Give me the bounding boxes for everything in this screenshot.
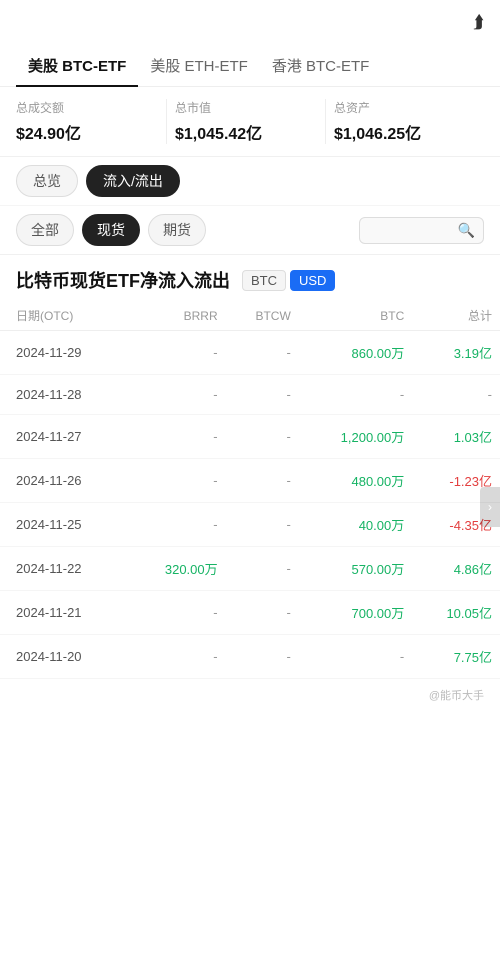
cell-btc: 700.00万	[299, 591, 412, 635]
cell-total: 10.05亿	[412, 591, 500, 635]
watermark: @能币大手	[0, 679, 500, 711]
search-icon: 🔍	[458, 222, 475, 239]
cell-btcw: -	[226, 331, 299, 375]
tab-btc-etf[interactable]: 美股 BTC-ETF	[16, 45, 138, 86]
cell-brrr: -	[128, 503, 226, 547]
cell-btc: -	[299, 635, 412, 679]
etf-table: 日期(OTC) BRRR BTCW BTC 总计 2024-11-29 - - …	[0, 301, 500, 679]
col-date: 日期(OTC)	[0, 301, 128, 331]
cell-btcw: -	[226, 635, 299, 679]
col-btcw: BTCW	[226, 301, 299, 331]
main-tabs: 美股 BTC-ETF 美股 ETH-ETF 香港 BTC-ETF	[0, 45, 500, 87]
cell-btcw: -	[226, 547, 299, 591]
cell-btc: 480.00万	[299, 459, 412, 503]
filter-row: 全部 现货 期货 🔍	[0, 206, 500, 255]
section-title-text: 比特币现货ETF净流入流出	[16, 267, 230, 293]
sub-tabs-row: 总览 流入/流出	[0, 157, 500, 206]
col-btc: BTC	[299, 301, 412, 331]
filter-spot[interactable]: 现货	[82, 214, 140, 246]
stat-volume: 总成交额 $24.90亿	[16, 99, 167, 144]
table-row: 2024-11-27 - - 1,200.00万 1.03亿	[0, 415, 500, 459]
table-row: 2024-11-28 - - - -	[0, 375, 500, 415]
sub-tab-flow[interactable]: 流入/流出	[86, 165, 180, 197]
cell-brrr: -	[128, 415, 226, 459]
cell-btc: 1,200.00万	[299, 415, 412, 459]
table-header-row: 日期(OTC) BRRR BTCW BTC 总计	[0, 301, 500, 331]
cell-date: 2024-11-25	[0, 503, 128, 547]
table-row: 2024-11-29 - - 860.00万 3.19亿	[0, 331, 500, 375]
stat-volume-value: $24.90亿	[16, 120, 158, 144]
cell-btc: -	[299, 375, 412, 415]
col-total: 总计	[412, 301, 500, 331]
currency-toggle: BTC USD	[242, 270, 335, 291]
cell-total: 4.86亿	[412, 547, 500, 591]
section-title-row: 比特币现货ETF净流入流出 BTC USD	[0, 255, 500, 301]
cell-total: 7.75亿	[412, 635, 500, 679]
cell-brrr: -	[128, 375, 226, 415]
cell-brrr: -	[128, 459, 226, 503]
currency-usd[interactable]: USD	[290, 270, 335, 291]
stats-row: 总成交额 $24.90亿 总市值 $1,045.42亿 总资产 $1,046.2…	[0, 87, 500, 157]
cell-brrr: -	[128, 331, 226, 375]
cell-btcw: -	[226, 375, 299, 415]
filter-all[interactable]: 全部	[16, 214, 74, 246]
cell-total: -	[412, 375, 500, 415]
filter-futures[interactable]: 期货	[148, 214, 206, 246]
cell-date: 2024-11-22	[0, 547, 128, 591]
sub-tab-overview[interactable]: 总览	[16, 165, 78, 197]
cell-btcw: -	[226, 503, 299, 547]
cell-btc: 860.00万	[299, 331, 412, 375]
stat-assets-label: 总资产	[334, 99, 476, 116]
tab-hk-btc-etf[interactable]: 香港 BTC-ETF	[260, 45, 382, 86]
cell-date: 2024-11-29	[0, 331, 128, 375]
cell-brrr: 320.00万	[128, 547, 226, 591]
cell-date: 2024-11-26	[0, 459, 128, 503]
table-row: 2024-11-20 - - - 7.75亿	[0, 635, 500, 679]
stat-marketcap-label: 总市值	[175, 99, 317, 116]
share-button[interactable]: ⮭	[473, 12, 484, 33]
cell-btcw: -	[226, 591, 299, 635]
cell-date: 2024-11-20	[0, 635, 128, 679]
cell-btcw: -	[226, 459, 299, 503]
cell-date: 2024-11-21	[0, 591, 128, 635]
scroll-right-indicator: ›	[480, 487, 500, 527]
stat-market-cap: 总市值 $1,045.42亿	[175, 99, 326, 144]
table-row: 2024-11-22 320.00万 - 570.00万 4.86亿	[0, 547, 500, 591]
currency-btc[interactable]: BTC	[242, 270, 286, 291]
stat-assets-value: $1,046.25亿	[334, 120, 476, 144]
tab-eth-etf[interactable]: 美股 ETH-ETF	[138, 45, 260, 86]
stat-total-assets: 总资产 $1,046.25亿	[334, 99, 484, 144]
cell-btc: 40.00万	[299, 503, 412, 547]
table-row: 2024-11-26 - - 480.00万 -1.23亿	[0, 459, 500, 503]
col-brrr: BRRR	[128, 301, 226, 331]
search-input[interactable]	[368, 223, 458, 238]
table-container: 日期(OTC) BRRR BTCW BTC 总计 2024-11-29 - - …	[0, 301, 500, 679]
stat-volume-label: 总成交额	[16, 99, 158, 116]
table-row: 2024-11-21 - - 700.00万 10.05亿	[0, 591, 500, 635]
table-row: 2024-11-25 - - 40.00万 -4.35亿	[0, 503, 500, 547]
cell-date: 2024-11-27	[0, 415, 128, 459]
stat-marketcap-value: $1,045.42亿	[175, 120, 317, 144]
app-header: ⮭	[0, 0, 500, 45]
cell-brrr: -	[128, 635, 226, 679]
search-box[interactable]: 🔍	[359, 217, 484, 244]
cell-btc: 570.00万	[299, 547, 412, 591]
cell-total: 3.19亿	[412, 331, 500, 375]
cell-btcw: -	[226, 415, 299, 459]
cell-brrr: -	[128, 591, 226, 635]
cell-date: 2024-11-28	[0, 375, 128, 415]
cell-total: 1.03亿	[412, 415, 500, 459]
